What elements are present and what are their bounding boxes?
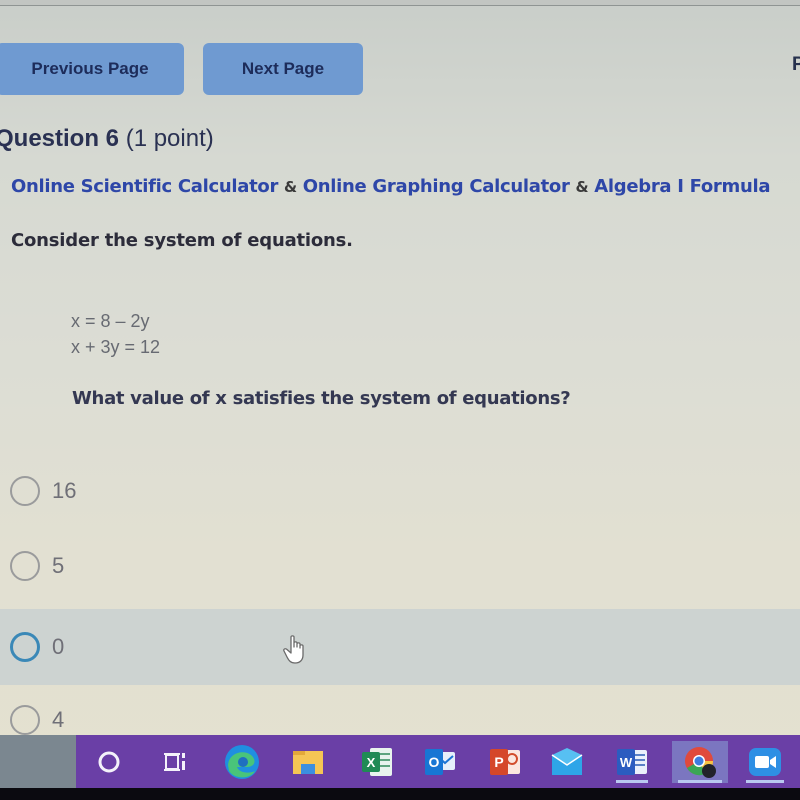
outlook-letter: O [429, 754, 440, 770]
search-icon[interactable] [87, 741, 131, 783]
radio-button[interactable] [10, 476, 40, 506]
resource-links: Online Scientific Calculator & Online Gr… [11, 176, 771, 197]
chrome-icon[interactable] [672, 741, 728, 783]
task-view-icon[interactable] [153, 741, 197, 783]
radio-button[interactable] [10, 705, 40, 735]
option-label: 16 [52, 478, 77, 503]
question-points: (1 point) [125, 125, 214, 152]
monitor-bezel [0, 788, 800, 800]
previous-page-button[interactable]: Previous Page [0, 43, 184, 95]
file-explorer-icon[interactable] [286, 741, 330, 783]
radio-button[interactable] [10, 632, 40, 662]
powerpoint-letter: P [494, 754, 503, 770]
question-intro: Consider the system of equations. [11, 230, 353, 251]
answer-option[interactable]: 5 [0, 538, 800, 594]
question-prompt: What value of x satisfies the system of … [72, 388, 571, 409]
next-page-button[interactable]: Next Page [203, 43, 363, 95]
zoom-icon[interactable] [740, 741, 790, 783]
graphing-calculator-link[interactable]: Online Graphing Calculator [303, 176, 570, 197]
option-label: 4 [52, 707, 65, 732]
equation-2: x + 3y = 12 [71, 337, 161, 357]
option-label: 0 [52, 634, 65, 659]
active-window-indicator [678, 780, 722, 783]
excel-letter: X [367, 755, 376, 770]
radio-button[interactable] [10, 551, 40, 581]
outlook-icon[interactable]: O [418, 741, 462, 783]
edge-icon[interactable] [220, 741, 264, 783]
powerpoint-icon[interactable]: P [483, 741, 527, 783]
link-separator: & [575, 178, 589, 196]
answer-option[interactable]: 16 [0, 463, 800, 519]
browser-top-edge [0, 0, 800, 6]
hand-pointer-cursor-icon [283, 635, 304, 664]
taskbar-search-area[interactable] [0, 735, 76, 790]
word-icon[interactable]: W [610, 741, 654, 783]
running-indicator [746, 780, 784, 783]
equation-1: x = 8 – 2y [71, 311, 150, 331]
question-title: Question 6 (1 point) [0, 125, 214, 153]
excel-icon[interactable]: X [355, 741, 399, 783]
scientific-calculator-link[interactable]: Online Scientific Calculator [11, 176, 278, 197]
mail-icon[interactable] [545, 741, 589, 783]
running-indicator [616, 780, 648, 783]
question-number: Question 6 [0, 125, 120, 152]
answer-option[interactable]: 0 [0, 619, 800, 675]
word-letter: W [620, 755, 633, 770]
cut-off-text: P [792, 54, 800, 75]
link-separator: & [284, 178, 297, 196]
option-label: 5 [52, 553, 65, 578]
algebra-formula-link[interactable]: Algebra I Formula [594, 176, 770, 197]
